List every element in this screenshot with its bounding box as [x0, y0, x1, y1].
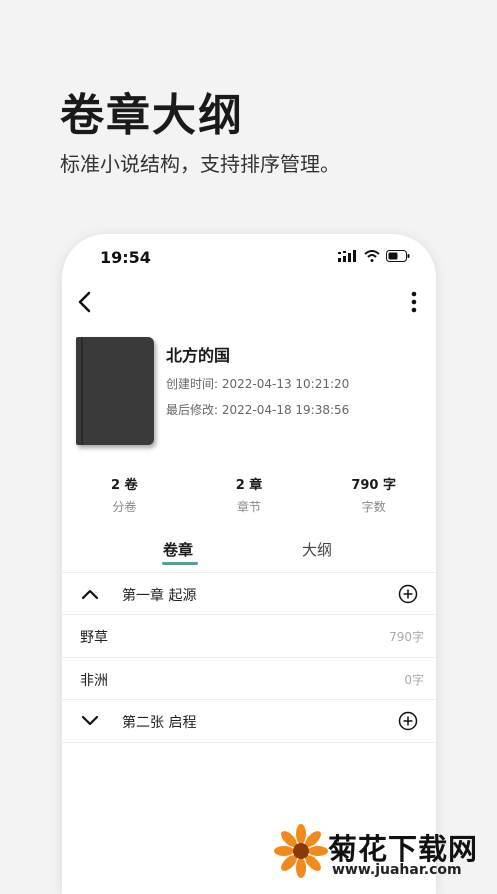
- chapter-row[interactable]: 野草 790字: [62, 614, 436, 657]
- stat-words: 790 字 字数: [311, 474, 436, 515]
- plus-circle-icon[interactable]: [398, 584, 418, 604]
- book-stats: 2 卷 分卷 2 章 章节 790 字 字数: [62, 474, 436, 515]
- status-time: 19:54: [100, 248, 151, 267]
- promo-title: 卷章大纲: [60, 90, 244, 141]
- stat-label: 字数: [361, 500, 386, 514]
- signal-icon: [338, 250, 356, 262]
- book-cover[interactable]: [76, 337, 154, 445]
- stat-label: 分卷: [112, 500, 137, 514]
- plus-circle-icon[interactable]: [398, 711, 418, 731]
- chevron-up-icon[interactable]: [80, 585, 100, 603]
- chapter-word-count: 790字: [389, 630, 424, 644]
- stat-volumes: 2 卷 分卷: [62, 474, 187, 515]
- stat-value: 2 卷: [111, 478, 138, 493]
- stat-chapters: 2 章 章节: [187, 474, 312, 515]
- chapter-word-count: 0字: [404, 673, 424, 687]
- phone-frame: 19:54 北方的国 创建时间: 2022-04-13 10:21:20 最后修…: [62, 234, 436, 894]
- wifi-icon: [364, 250, 380, 262]
- chevron-down-icon[interactable]: [80, 712, 100, 730]
- volume-row[interactable]: 第二张 启程: [62, 699, 436, 743]
- stat-label: 章节: [237, 500, 262, 514]
- status-icons: [338, 250, 410, 262]
- tab-volumes-chapters[interactable]: 卷章: [163, 539, 193, 560]
- flower-logo-icon: [274, 824, 328, 878]
- back-icon: [78, 291, 91, 313]
- battery-icon: [386, 250, 410, 262]
- book-created: 创建时间: 2022-04-13 10:21:20: [166, 377, 350, 391]
- stat-value: 2 章: [235, 478, 263, 493]
- watermark-url: www.juahar.com: [332, 862, 462, 878]
- tab-bar: 卷章 大纲: [62, 539, 436, 569]
- chapter-row[interactable]: 非洲 0字: [62, 657, 436, 700]
- book-title: 北方的国: [166, 346, 231, 365]
- chapter-name: 野草: [80, 630, 108, 646]
- site-watermark: 菊花下载网 www.juahar.com: [272, 822, 497, 883]
- chapter-name: 非洲: [80, 673, 108, 689]
- book-modified: 最后修改: 2022-04-18 19:38:56: [166, 403, 350, 417]
- volume-name: 第二张 启程: [122, 715, 197, 731]
- back-button[interactable]: [66, 284, 102, 320]
- volume-row[interactable]: 第一章 起源: [62, 572, 436, 615]
- volume-name: 第一章 起源: [122, 588, 197, 604]
- more-button[interactable]: [400, 284, 428, 320]
- tab-underline: [162, 562, 198, 565]
- more-icon: [411, 291, 417, 313]
- promo-subtitle: 标准小说结构，支持排序管理。: [60, 152, 340, 176]
- stat-value: 790 字: [351, 478, 397, 493]
- tab-outline[interactable]: 大纲: [302, 539, 332, 560]
